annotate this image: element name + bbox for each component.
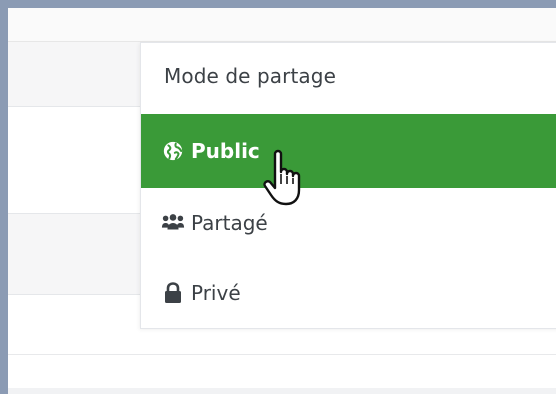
menu-item-partage[interactable]: Partagé: [141, 188, 556, 258]
menu-item-public-label: Public: [191, 139, 260, 163]
app-window: Mode de partage Public Partagé Privé: [8, 8, 556, 394]
menu-item-public[interactable]: Public: [141, 114, 556, 188]
lock-icon: [161, 281, 185, 305]
menu-item-prive[interactable]: Privé: [141, 258, 556, 328]
users-icon: [161, 211, 185, 235]
menu-item-partage-label: Partagé: [191, 211, 268, 235]
menu-item-prive-label: Privé: [191, 281, 241, 305]
share-mode-dropdown: Mode de partage Public Partagé Privé: [140, 42, 556, 329]
share-mode-header: Mode de partage: [164, 64, 336, 88]
globe-icon: [161, 139, 185, 163]
top-band: [8, 8, 556, 42]
divider: [8, 354, 556, 355]
